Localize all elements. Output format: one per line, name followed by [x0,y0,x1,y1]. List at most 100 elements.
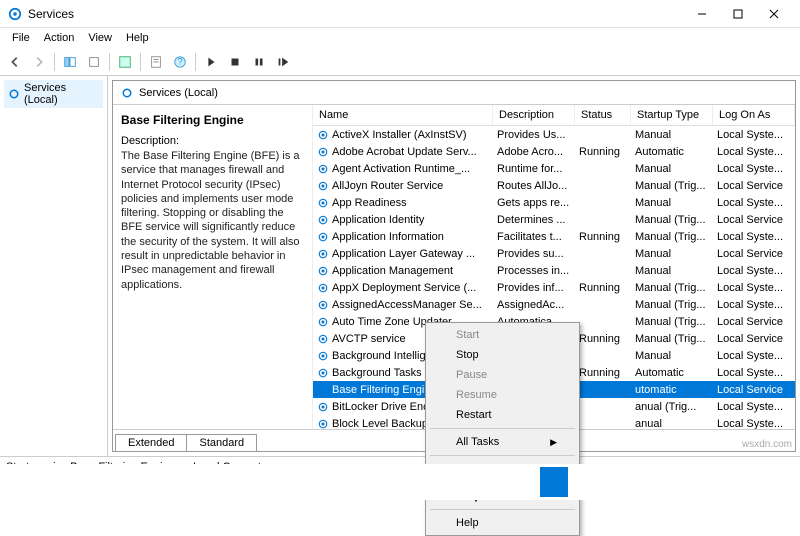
service-status: Running [575,366,631,380]
service-startup: Manual (Trig... [631,332,713,346]
services-node-icon [8,88,20,100]
service-status: Running [575,145,631,159]
service-name: AppX Deployment Service (... [332,282,476,294]
service-desc: Provides su... [493,247,575,261]
show-hide-tree-button[interactable] [59,51,81,73]
service-row[interactable]: Agent Activation Runtime_...Runtime for.… [313,160,795,177]
tree-root-item[interactable]: Services (Local) [4,80,103,108]
back-button[interactable] [4,51,26,73]
service-startup: anual [631,417,713,430]
taskbar-strip [0,464,800,500]
watermark: wsxdn.com [742,439,792,450]
close-button[interactable] [756,2,792,26]
ctx-all-tasks[interactable]: All Tasks▶ [428,432,577,452]
service-name: Adobe Acrobat Update Serv... [332,146,477,158]
stop-service-button[interactable] [224,51,246,73]
service-name: Application Information [332,231,444,243]
service-row[interactable]: Application ManagementProcesses in...Man… [313,262,795,279]
service-row[interactable]: Adobe Acrobat Update Serv... Adobe Acro..… [313,143,795,160]
service-icon [317,163,329,175]
service-status: Running [575,230,631,244]
service-startup: Manual (Trig... [631,315,713,329]
service-desc: Processes in... [493,264,575,278]
service-logon: Local Syste... [713,349,795,363]
pause-service-button[interactable] [248,51,270,73]
service-icon [317,146,329,158]
service-startup: anual (Trig... [631,400,713,414]
tree-panel: Services (Local) [0,76,108,456]
service-icon [317,129,329,141]
service-status [575,304,631,306]
service-icon [317,248,329,260]
service-logon: Local Syste... [713,417,795,430]
maximize-button[interactable] [720,2,756,26]
ctx-restart[interactable]: Restart [428,405,577,425]
service-row[interactable]: Application Layer Gateway ...Provides su… [313,245,795,262]
service-row[interactable]: App ReadinessGets apps re...ManualLocal … [313,194,795,211]
refresh-button[interactable] [114,51,136,73]
menu-view[interactable]: View [82,30,118,46]
menu-separator [430,509,575,510]
help-button[interactable]: ? [169,51,191,73]
service-desc: Provides inf... [493,281,575,295]
service-row[interactable]: AllJoyn Router ServiceRoutes AllJo...Man… [313,177,795,194]
service-logon: Local Service [713,247,795,261]
service-desc: Gets apps re... [493,196,575,210]
service-status [575,168,631,170]
forward-button[interactable] [28,51,50,73]
col-description[interactable]: Description [493,105,575,125]
service-icon [317,367,329,379]
tab-extended[interactable]: Extended [115,434,187,451]
service-desc: Determines ... [493,213,575,227]
menu-help[interactable]: Help [120,30,155,46]
properties-button[interactable] [145,51,167,73]
service-status: Running [575,281,631,295]
ctx-stop[interactable]: Stop [428,345,577,365]
tab-standard[interactable]: Standard [186,434,257,451]
service-row[interactable]: AssignedAccessManager Se...AssignedAc...… [313,296,795,313]
service-row[interactable]: Application InformationFacilitates t...R… [313,228,795,245]
service-startup: Automatic [631,145,713,159]
service-logon: Local Service [713,213,795,227]
col-logon[interactable]: Log On As [713,105,795,125]
service-startup: Manual (Trig... [631,281,713,295]
submenu-arrow-icon: ▶ [550,437,557,448]
context-menu: StartStopPauseResumeRestartAll Tasks▶Ref… [425,322,580,536]
description-label: Description: [121,135,304,147]
service-logon: Local Service [713,315,795,329]
service-logon: Local Service [713,332,795,346]
menu-action[interactable]: Action [38,30,81,46]
service-row[interactable]: ActiveX Installer (AxInstSV)Provides Us.… [313,126,795,143]
service-row[interactable]: Application IdentityDetermines ...Manual… [313,211,795,228]
service-icon [317,180,329,192]
details-title: Base Filtering Engine [121,113,304,127]
service-status [575,321,631,323]
ctx-help[interactable]: Help [428,513,577,533]
col-name[interactable]: Name [313,105,493,125]
service-startup: Manual [631,247,713,261]
service-startup: Manual (Trig... [631,179,713,193]
restart-service-button[interactable] [272,51,294,73]
service-startup: Manual (Trig... [631,230,713,244]
service-startup: Manual [631,196,713,210]
service-logon: Local Syste... [713,264,795,278]
service-icon [317,401,329,413]
service-startup: Manual (Trig... [631,213,713,227]
service-logon: Local Service [713,179,795,193]
service-startup: Manual (Trig... [631,298,713,312]
start-service-button[interactable] [200,51,222,73]
export-list-button[interactable] [83,51,105,73]
taskbar-highlight [540,467,568,497]
service-logon: Local Syste... [713,281,795,295]
minimize-button[interactable] [684,2,720,26]
menu-file[interactable]: File [6,30,36,46]
ctx-start: Start [428,325,577,345]
col-status[interactable]: Status [575,105,631,125]
service-startup: Manual [631,128,713,142]
service-status [575,270,631,272]
service-row[interactable]: AppX Deployment Service (... Provides inf… [313,279,795,296]
service-logon: Local Syste... [713,298,795,312]
service-icon [317,265,329,277]
service-desc: Adobe Acro... [493,145,575,159]
col-startup[interactable]: Startup Type [631,105,713,125]
